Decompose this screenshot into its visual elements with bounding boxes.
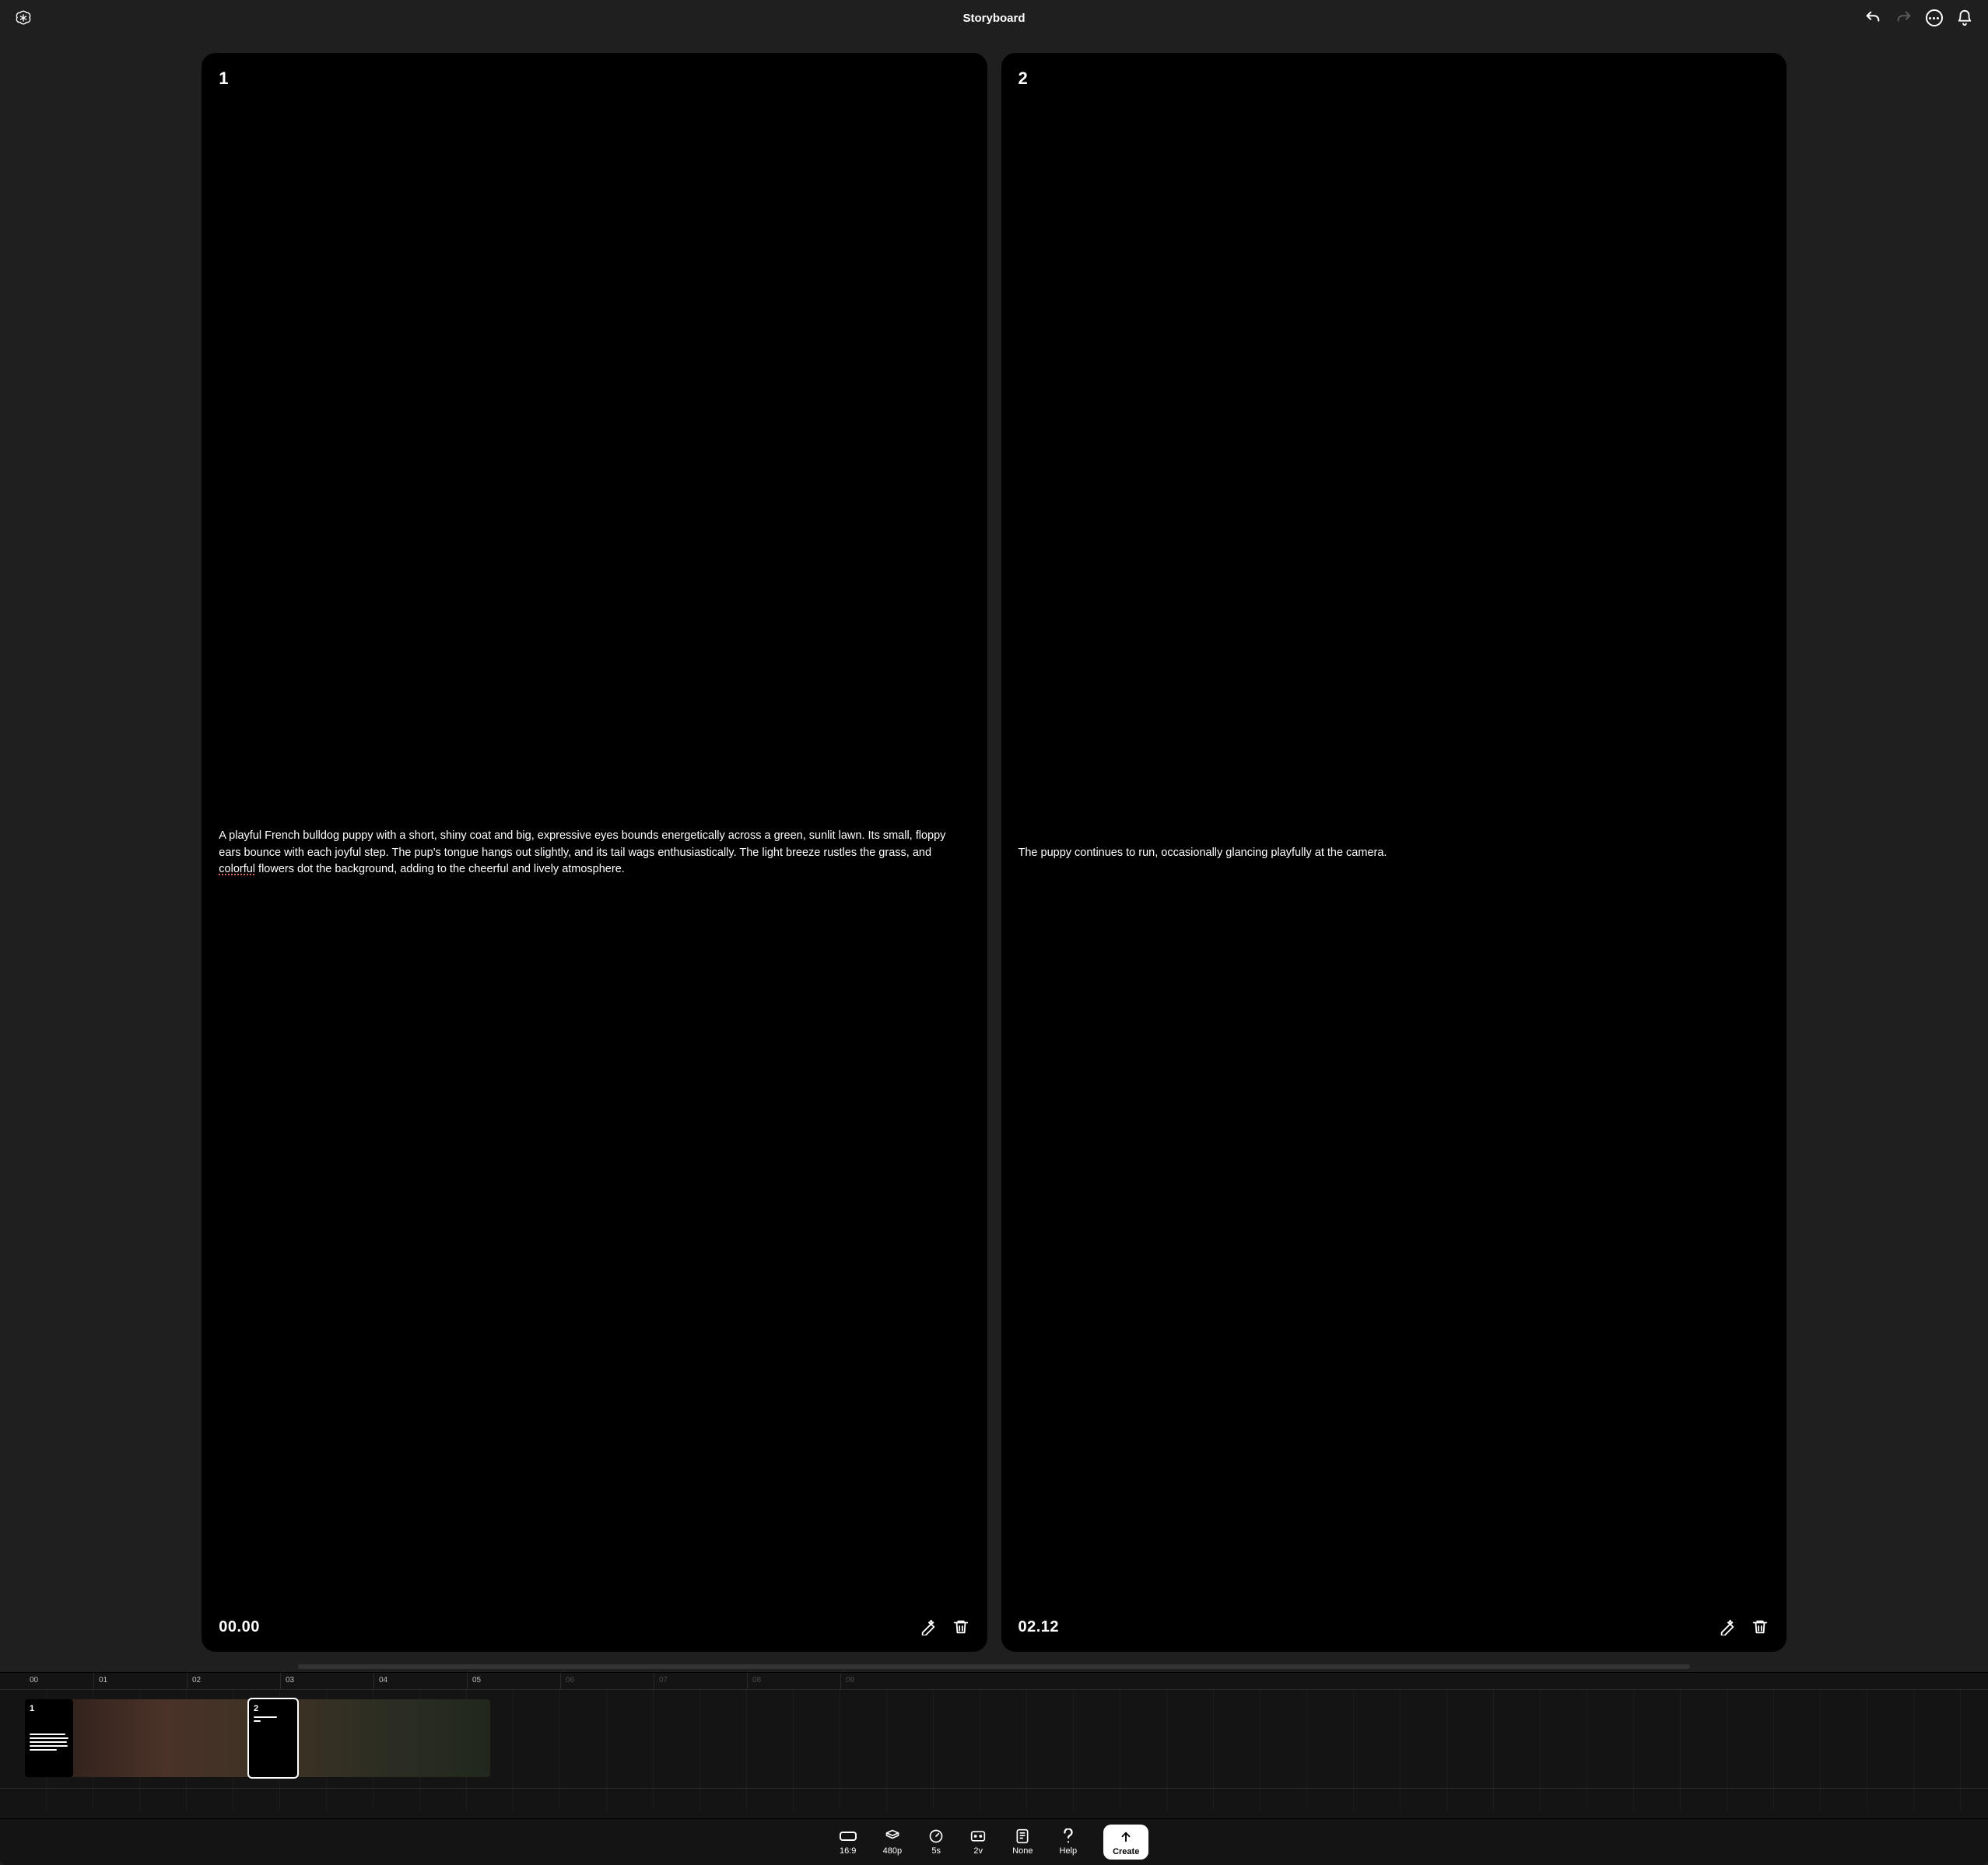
delete-icon[interactable] — [1751, 1618, 1769, 1636]
help-icon — [1062, 1828, 1075, 1844]
ruler-tick: 00 — [0, 1673, 93, 1689]
card-footer: 02.12 — [1019, 1618, 1769, 1636]
ruler-tick: 08 — [747, 1673, 840, 1689]
clip-text-preview — [30, 1734, 68, 1751]
timeline[interactable]: 00010203040506070809 1 2 — [0, 1672, 1988, 1818]
magic-edit-icon[interactable] — [1718, 1618, 1737, 1636]
card-number: 2 — [1019, 68, 1769, 89]
header-right — [1834, 9, 1974, 27]
ruler-tick: 04 — [373, 1673, 467, 1689]
card-actions — [919, 1618, 970, 1636]
page-title: Storyboard — [962, 12, 1025, 25]
timeline-ruler: 00010203040506070809 — [0, 1673, 1988, 1690]
magic-edit-icon[interactable] — [919, 1618, 938, 1636]
tool-label: Help — [1059, 1846, 1077, 1856]
storyboard-card-2[interactable]: 2 The puppy continues to run, occasional… — [1001, 53, 1786, 1652]
tool-label: 2v — [973, 1846, 983, 1856]
card-desc-text: The puppy continues to run, occasionally… — [1019, 847, 1387, 859]
card-footer: 00.00 — [219, 1618, 969, 1636]
create-button[interactable]: Create — [1103, 1825, 1148, 1860]
resolution-icon — [885, 1828, 900, 1844]
ruler-tick: 01 — [93, 1673, 187, 1689]
help-button[interactable]: Help — [1059, 1828, 1077, 1856]
duration-button[interactable]: 5s — [928, 1828, 944, 1856]
tool-label: 16:9 — [840, 1846, 856, 1856]
gauge-icon — [928, 1828, 944, 1844]
variations-icon — [970, 1828, 986, 1844]
cards-viewport: 1 A playful French bulldog puppy with a … — [0, 36, 1988, 1672]
bottom-toolbar: 16:9 480p 5s — [0, 1818, 1988, 1865]
ruler-tick: 06 — [560, 1673, 654, 1689]
redo-icon[interactable] — [1895, 9, 1913, 27]
timeline-clip-1[interactable]: 1 — [25, 1699, 73, 1777]
card-desc-text: flowers dot the background, adding to th… — [255, 863, 625, 875]
ruler-tick: 02 — [187, 1673, 280, 1689]
timeline-track[interactable]: 1 2 — [0, 1690, 1988, 1788]
tool-label: 480p — [883, 1846, 902, 1856]
clip-text-preview — [254, 1716, 293, 1722]
tool-label: None — [1012, 1846, 1033, 1856]
logo-icon[interactable] — [14, 9, 33, 27]
card-time: 02.12 — [1019, 1618, 1060, 1636]
tool-label: Create — [1113, 1847, 1139, 1856]
card-number: 1 — [219, 68, 969, 89]
delete-icon[interactable] — [952, 1618, 970, 1636]
notifications-icon[interactable] — [1955, 9, 1974, 27]
ruler-tick: 09 — [840, 1673, 934, 1689]
card-desc-text: A playful French bulldog puppy with a sh… — [219, 829, 945, 859]
card-time: 00.00 — [219, 1618, 260, 1636]
variations-button[interactable]: 2v — [970, 1828, 986, 1856]
cards-row: 1 A playful French bulldog puppy with a … — [0, 36, 1988, 1663]
tool-label: 5s — [931, 1846, 941, 1856]
clip-number: 2 — [254, 1704, 293, 1713]
style-preset-button[interactable]: None — [1012, 1828, 1033, 1856]
resolution-button[interactable]: 480p — [883, 1828, 902, 1856]
ruler-tick: 07 — [654, 1673, 747, 1689]
aspect-ratio-icon — [840, 1828, 857, 1844]
undo-icon[interactable] — [1864, 9, 1882, 27]
card-actions — [1718, 1618, 1769, 1636]
preset-icon — [1015, 1828, 1029, 1844]
clip-number: 1 — [30, 1704, 68, 1713]
more-menu-icon[interactable] — [1926, 9, 1943, 26]
card-desc-spellerror: colorful — [219, 863, 255, 875]
aspect-ratio-button[interactable]: 16:9 — [840, 1828, 857, 1856]
upload-icon — [1119, 1829, 1133, 1845]
header-bar: Storyboard — [0, 0, 1988, 36]
ruler-tick: 05 — [467, 1673, 560, 1689]
card-description[interactable]: The puppy continues to run, occasionally… — [1019, 89, 1769, 1618]
header-left — [14, 9, 154, 27]
storyboard-card-1[interactable]: 1 A playful French bulldog puppy with a … — [202, 53, 987, 1652]
timeline-bottom-ruler — [0, 1788, 1988, 1810]
app-root: Storyboard — [0, 0, 1988, 1865]
ruler-tick: 03 — [280, 1673, 373, 1689]
card-description[interactable]: A playful French bulldog puppy with a sh… — [219, 89, 969, 1618]
timeline-clip-2[interactable]: 2 — [249, 1699, 297, 1777]
cards-scrollbar[interactable] — [298, 1664, 1690, 1669]
